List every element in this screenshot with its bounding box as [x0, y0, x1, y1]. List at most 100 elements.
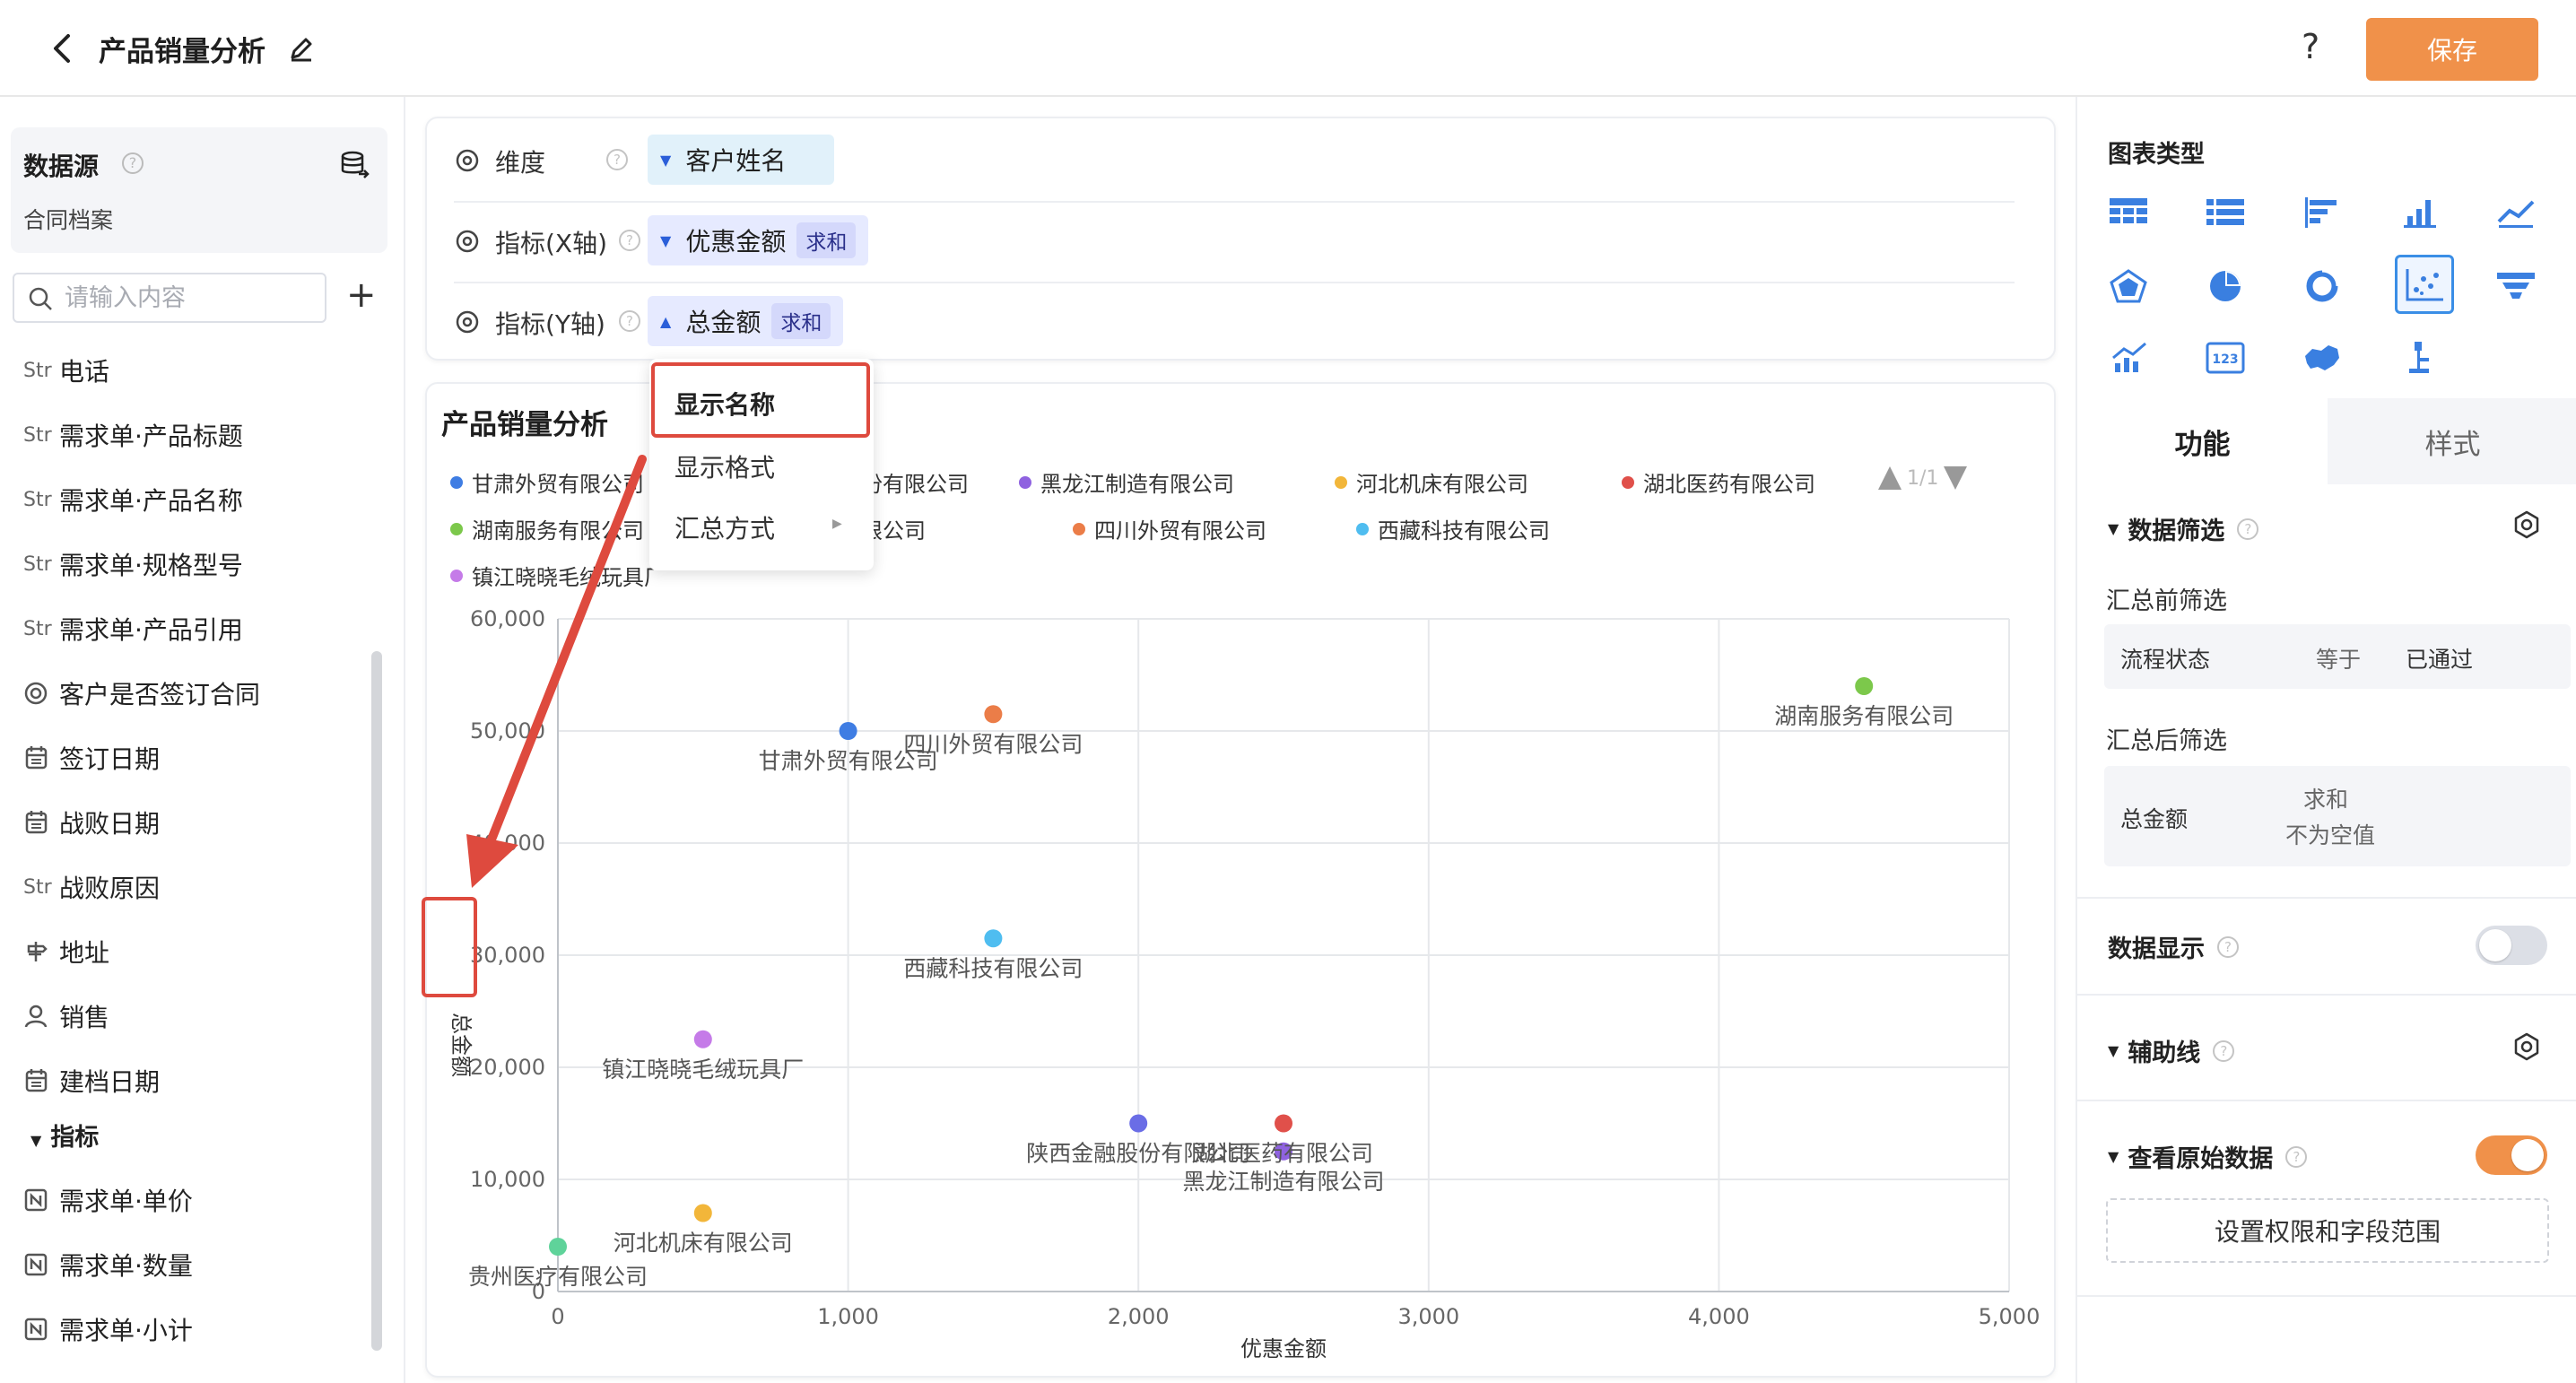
- raw-data-toggle[interactable]: [2476, 1135, 2547, 1175]
- raw-data-help-icon[interactable]: ?: [2285, 1145, 2308, 1168]
- chart-type-map[interactable]: [2298, 334, 2346, 382]
- caret-down-icon: ▼: [30, 1132, 42, 1149]
- field-item[interactable]: Str 电话: [23, 352, 109, 388]
- aux-line-title: 辅助线: [2128, 1039, 2201, 1067]
- dimension-value: 客户姓名: [685, 146, 787, 176]
- data-filter-section-toggle[interactable]: ▼ 数据筛选?: [2108, 511, 2259, 546]
- field-item[interactable]: 地址: [23, 934, 109, 970]
- settings-tabs: 功能 样式: [2077, 398, 2576, 484]
- string-type-label: Str: [23, 617, 52, 640]
- menu-item-display-format[interactable]: 显示格式: [674, 448, 775, 484]
- field-label: 地址: [59, 938, 110, 968]
- dimension-row: 维度 ? ▼ 客户姓名: [427, 120, 2058, 201]
- person-icon: [24, 1005, 48, 1028]
- metrics-group-label: 指标: [50, 1124, 100, 1152]
- gear-icon[interactable]: [2511, 509, 2542, 540]
- chart-type-funnel[interactable]: [2492, 262, 2540, 310]
- field-item[interactable]: Str 需求单·产品标题: [23, 417, 243, 453]
- field-item[interactable]: 建档日期: [23, 1063, 160, 1099]
- data-point: [549, 1238, 567, 1256]
- field-item[interactable]: 客户是否签订合同: [23, 675, 260, 711]
- chart-type-bar-horizontal[interactable]: [2298, 188, 2346, 237]
- x-metric-help-icon[interactable]: ?: [619, 230, 640, 251]
- database-switch-icon[interactable]: [339, 149, 370, 179]
- data-point: [1275, 1114, 1292, 1133]
- chart-type-radar[interactable]: [2104, 262, 2153, 310]
- back-arrow-icon[interactable]: [47, 30, 79, 66]
- metric-item[interactable]: 需求单·小计: [23, 1311, 193, 1347]
- field-item[interactable]: 战败日期: [23, 805, 160, 840]
- chart-type-line[interactable]: [2492, 188, 2540, 237]
- x-metric-agg-tag: 求和: [796, 222, 857, 258]
- data-filter-help-icon[interactable]: ?: [2237, 518, 2259, 540]
- chart-type-bar-vertical[interactable]: [2395, 188, 2443, 237]
- tab-style[interactable]: 样式: [2328, 398, 2576, 484]
- y-metric-pill[interactable]: ▲ 总金额 求和: [648, 296, 844, 346]
- gear-icon[interactable]: [2511, 1031, 2542, 1062]
- y-metric-label: 指标(Y轴): [495, 309, 605, 339]
- chart-type-scatter[interactable]: [2395, 255, 2454, 314]
- svg-text:123: 123: [2212, 352, 2238, 367]
- data-point-label: 西藏科技有限公司: [903, 955, 1083, 981]
- field-item[interactable]: Str 需求单·规格型号: [23, 546, 243, 582]
- metric-label: 需求单·小计: [59, 1316, 193, 1345]
- raw-data-section-toggle[interactable]: ▼ 查看原始数据?: [2108, 1139, 2308, 1174]
- field-item[interactable]: 签订日期: [23, 740, 160, 776]
- chart-type-tree[interactable]: [2395, 334, 2443, 382]
- field-list-scrollbar[interactable]: [371, 651, 382, 1351]
- y-tick-label: 40,000: [470, 831, 545, 856]
- chart-type-donut[interactable]: [2298, 262, 2346, 310]
- data-point-label: 镇江晓晓毛绒玩具厂: [602, 1057, 804, 1083]
- tab-function[interactable]: 功能: [2077, 398, 2328, 484]
- field-label: 需求单·产品名称: [59, 486, 243, 516]
- y-metric-help-icon[interactable]: ?: [619, 310, 640, 332]
- field-item[interactable]: 销售: [23, 998, 109, 1034]
- dimension-help-icon[interactable]: ?: [606, 149, 628, 170]
- caret-down-icon: ▼: [660, 151, 672, 169]
- post-filter-condition[interactable]: 总金额 求和 不为空值: [2104, 766, 2571, 866]
- chart-type-pie[interactable]: [2201, 262, 2250, 310]
- aux-line-section-toggle[interactable]: ▼ 辅助线?: [2108, 1033, 2235, 1068]
- section-divider: [2077, 1100, 2576, 1101]
- data-point-label: 湖北医药有限公司: [1194, 1141, 1373, 1167]
- bar-vertical-icon: [2404, 200, 2436, 228]
- chart-type-table[interactable]: [2104, 188, 2153, 237]
- metric-item[interactable]: 需求单·数量: [23, 1247, 193, 1283]
- string-type-label: Str: [23, 488, 52, 511]
- aux-line-help-icon[interactable]: ?: [2213, 1039, 2235, 1062]
- menu-item-aggregation[interactable]: 汇总方式: [674, 509, 775, 545]
- data-display-help-icon[interactable]: ?: [2217, 935, 2239, 958]
- string-type-label: Str: [23, 359, 52, 382]
- data-display-toggle[interactable]: [2476, 926, 2547, 965]
- help-icon[interactable]: ?: [2302, 27, 2319, 66]
- edit-pencil-icon[interactable]: [287, 34, 316, 63]
- field-item[interactable]: Str 需求单·产品名称: [23, 482, 243, 518]
- field-item[interactable]: Str 需求单·产品引用: [23, 611, 243, 647]
- x-axis-title: 优惠金额: [1240, 1336, 1327, 1361]
- search-input[interactable]: [65, 282, 316, 314]
- datasource-help-icon[interactable]: ?: [122, 152, 144, 174]
- table-chart-icon: [2110, 198, 2147, 223]
- section-divider: [2077, 897, 2576, 899]
- y-metric-value: 总金额: [685, 308, 761, 337]
- list-chart-icon: [2206, 199, 2244, 225]
- chart-type-list[interactable]: [2201, 188, 2250, 237]
- calendar-icon: [25, 1069, 48, 1092]
- field-label: 需求单·产品引用: [59, 615, 243, 645]
- pre-filter-condition[interactable]: 流程状态 等于 已通过: [2104, 624, 2571, 689]
- save-button[interactable]: 保存: [2366, 18, 2538, 81]
- number-type-icon: [24, 1188, 48, 1212]
- field-item[interactable]: Str 战败原因: [23, 869, 160, 905]
- settings-ring-icon: [456, 310, 479, 334]
- pie-chart-icon: [2210, 271, 2241, 301]
- metric-item[interactable]: 需求单·单价: [23, 1182, 193, 1218]
- add-field-button[interactable]: +: [346, 274, 377, 316]
- metrics-group-toggle[interactable]: ▼ 指标: [30, 1118, 99, 1152]
- chart-type-number[interactable]: 123: [2201, 334, 2250, 382]
- set-permission-button[interactable]: 设置权限和字段范围: [2106, 1198, 2549, 1263]
- highlight-box: [422, 897, 477, 997]
- toggle-knob: [2479, 929, 2511, 961]
- dimension-pill[interactable]: ▼ 客户姓名: [648, 135, 834, 185]
- x-metric-pill[interactable]: ▼ 优惠金额 求和: [648, 215, 869, 265]
- chart-type-combo[interactable]: [2104, 334, 2153, 382]
